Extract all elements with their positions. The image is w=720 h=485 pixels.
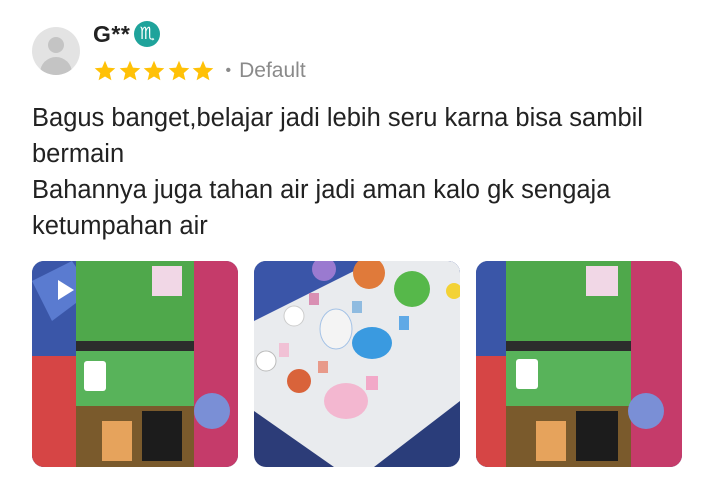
avatar-body-icon [40,57,72,75]
review-media-list [32,261,698,467]
play-icon [58,280,74,300]
star-icon [168,60,189,81]
star-icon [143,60,165,81]
separator-dot: • [225,62,232,79]
review-photo-2[interactable] [254,261,460,467]
review-video-thumbnail[interactable] [32,261,238,467]
star-icon [119,60,140,81]
avatar[interactable] [32,27,80,75]
star-rating [93,59,216,83]
reviewer-name-row: G** ♏ [93,20,161,48]
reviewer-name: G** [93,20,131,47]
review-line-1: Bagus banget,belajar jadi lebih seru kar… [32,104,643,168]
rating-row: • Default [93,57,306,85]
variant-label: Default [239,59,306,82]
star-icon [192,60,214,81]
review-photo-3[interactable] [476,261,682,467]
review-line-2: Bahannya juga tahan air jadi aman kalo g… [32,176,611,240]
avatar-head-icon [48,37,64,53]
star-icon [94,60,116,81]
review-text: Bagus banget,belajar jadi lebih seru kar… [32,100,702,244]
zodiac-badge-icon: ♏ [134,21,161,47]
